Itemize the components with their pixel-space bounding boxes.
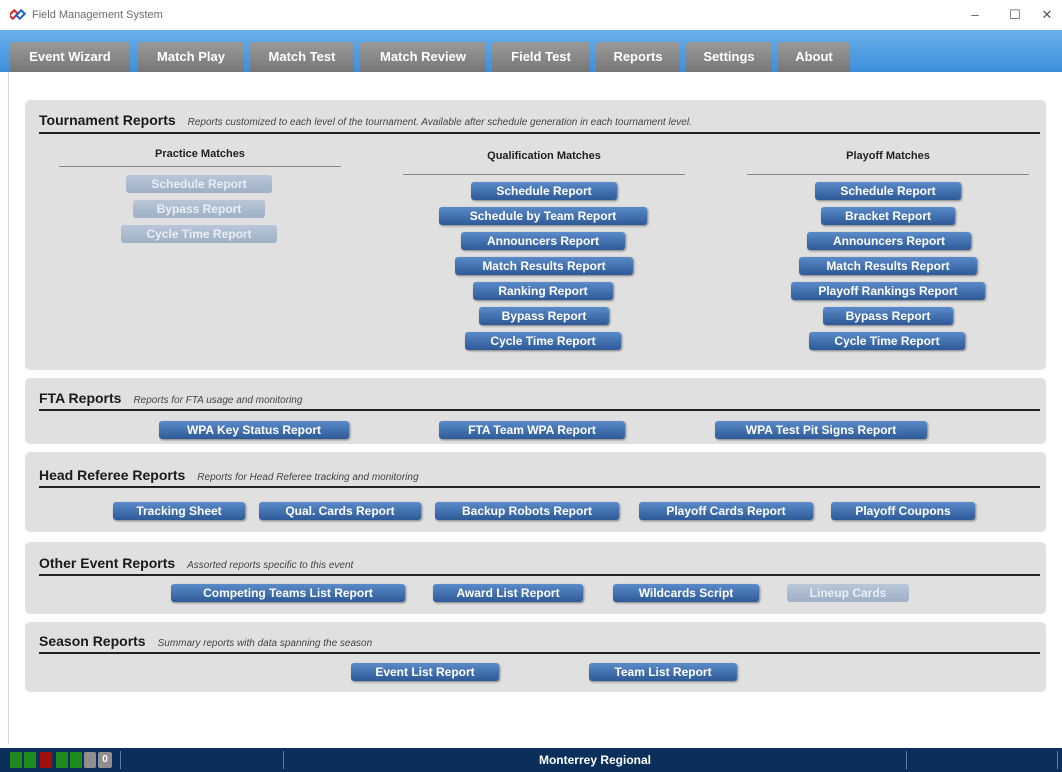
status-segment — [906, 751, 1058, 769]
qualification-matches-header: Qualification Matches — [487, 150, 601, 162]
divider — [39, 132, 1040, 134]
section-subtitle: Reports for FTA usage and monitoring — [133, 395, 303, 406]
section-title: Tournament Reports — [39, 112, 176, 128]
wpa-key-status-report-button[interactable]: WPA Key Status Report — [159, 421, 349, 439]
status-indicator-green — [70, 752, 82, 768]
playoff-cards-report-button[interactable]: Playoff Cards Report — [639, 502, 813, 520]
status-bar: 0 Monterrey Regional — [0, 748, 1062, 772]
fms-logo-icon — [10, 9, 26, 21]
divider — [747, 174, 1029, 175]
playoff-rankings-report-button[interactable]: Playoff Rankings Report — [791, 282, 985, 300]
qual-announcers-report-button[interactable]: Announcers Report — [461, 232, 625, 250]
tab-settings[interactable]: Settings — [686, 42, 772, 72]
tab-about[interactable]: About — [778, 42, 850, 72]
reports-page: Tournament Reports Reports customized to … — [8, 72, 1062, 744]
playoff-coupons-button[interactable]: Playoff Coupons — [831, 502, 975, 520]
status-count-badge: 0 — [98, 752, 112, 768]
fta-team-wpa-report-button[interactable]: FTA Team WPA Report — [439, 421, 625, 439]
practice-schedule-report-button[interactable]: Schedule Report — [126, 175, 272, 193]
lineup-cards-button[interactable]: Lineup Cards — [787, 584, 909, 602]
award-list-report-button[interactable]: Award List Report — [433, 584, 583, 602]
other-event-reports-panel: Other Event Reports Assorted reports spec… — [25, 542, 1046, 614]
section-subtitle: Summary reports with data spanning the s… — [157, 638, 373, 649]
status-indicator-green — [56, 752, 68, 768]
section-title: Head Referee Reports — [39, 467, 186, 483]
section-title: Season Reports — [39, 633, 146, 649]
playoff-schedule-report-button[interactable]: Schedule Report — [815, 182, 961, 200]
event-name: Monterrey Regional — [538, 753, 652, 767]
qual-ranking-report-button[interactable]: Ranking Report — [473, 282, 613, 300]
tab-event-wizard[interactable]: Event Wizard — [10, 42, 130, 72]
competing-teams-list-report-button[interactable]: Competing Teams List Report — [171, 584, 405, 602]
section-title: Other Event Reports — [39, 555, 176, 571]
tournament-reports-heading: Tournament Reports Reports customized to … — [39, 112, 692, 128]
close-button[interactable]: ✕ — [1030, 4, 1062, 26]
fta-reports-panel: FTA Reports Reports for FTA usage and mon… — [25, 378, 1046, 444]
window-title: Field Management System — [32, 9, 163, 21]
qual-schedule-report-button[interactable]: Schedule Report — [471, 182, 617, 200]
playoff-matches-header: Playoff Matches — [846, 150, 930, 162]
tracking-sheet-button[interactable]: Tracking Sheet — [113, 502, 245, 520]
head-referee-reports-panel: Head Referee Reports Reports for Head Ref… — [25, 452, 1046, 532]
playoff-announcers-report-button[interactable]: Announcers Report — [807, 232, 971, 250]
practice-matches-header: Practice Matches — [155, 148, 245, 160]
tab-field-test[interactable]: Field Test — [492, 42, 590, 72]
tab-reports[interactable]: Reports — [596, 42, 680, 72]
practice-cycle-time-report-button[interactable]: Cycle Time Report — [121, 225, 277, 243]
divider — [39, 409, 1040, 411]
status-indicator-green — [10, 752, 22, 768]
tab-match-review[interactable]: Match Review — [360, 42, 486, 72]
status-segment — [120, 751, 284, 769]
event-list-report-button[interactable]: Event List Report — [351, 663, 499, 681]
tab-match-test[interactable]: Match Test — [250, 42, 354, 72]
practice-bypass-report-button[interactable]: Bypass Report — [133, 200, 265, 218]
title-bar: Field Management System – ☐ ✕ — [0, 0, 1062, 30]
divider — [59, 166, 341, 167]
backup-robots-report-button[interactable]: Backup Robots Report — [435, 502, 619, 520]
divider — [39, 574, 1040, 576]
qual-match-results-report-button[interactable]: Match Results Report — [455, 257, 633, 275]
section-subtitle: Reports for Head Referee tracking and mo… — [197, 472, 419, 483]
playoff-bypass-report-button[interactable]: Bypass Report — [823, 307, 953, 325]
playoff-bracket-report-button[interactable]: Bracket Report — [821, 207, 955, 225]
main-tab-bar: Event Wizard Match Play Match Test Match… — [0, 30, 1062, 72]
section-subtitle: Reports customized to each level of the … — [187, 117, 692, 128]
playoff-cycle-time-report-button[interactable]: Cycle Time Report — [809, 332, 965, 350]
qual-schedule-by-team-report-button[interactable]: Schedule by Team Report — [439, 207, 647, 225]
qual-cards-report-button[interactable]: Qual. Cards Report — [259, 502, 421, 520]
tab-match-play[interactable]: Match Play — [138, 42, 244, 72]
playoff-match-results-report-button[interactable]: Match Results Report — [799, 257, 977, 275]
status-indicator-gray — [84, 752, 96, 768]
status-indicator-green — [24, 752, 36, 768]
section-subtitle: Assorted reports specific to this event — [187, 560, 354, 571]
season-reports-heading: Season Reports Summary reports with data … — [39, 633, 372, 649]
wpa-test-pit-signs-report-button[interactable]: WPA Test Pit Signs Report — [715, 421, 927, 439]
season-reports-panel: Season Reports Summary reports with data … — [25, 622, 1046, 692]
minimize-button[interactable]: – — [958, 4, 992, 26]
maximize-button[interactable]: ☐ — [998, 4, 1032, 26]
qual-bypass-report-button[interactable]: Bypass Report — [479, 307, 609, 325]
divider — [39, 486, 1040, 488]
divider — [39, 652, 1040, 654]
team-list-report-button[interactable]: Team List Report — [589, 663, 737, 681]
other-event-reports-heading: Other Event Reports Assorted reports spec… — [39, 555, 353, 571]
tournament-reports-panel: Tournament Reports Reports customized to … — [25, 100, 1046, 370]
status-indicator-red — [40, 752, 52, 768]
head-referee-reports-heading: Head Referee Reports Reports for Head Ref… — [39, 467, 419, 483]
divider — [403, 174, 685, 175]
wildcards-script-button[interactable]: Wildcards Script — [613, 584, 759, 602]
section-title: FTA Reports — [39, 390, 122, 406]
qual-cycle-time-report-button[interactable]: Cycle Time Report — [465, 332, 621, 350]
fta-reports-heading: FTA Reports Reports for FTA usage and mon… — [39, 390, 302, 406]
